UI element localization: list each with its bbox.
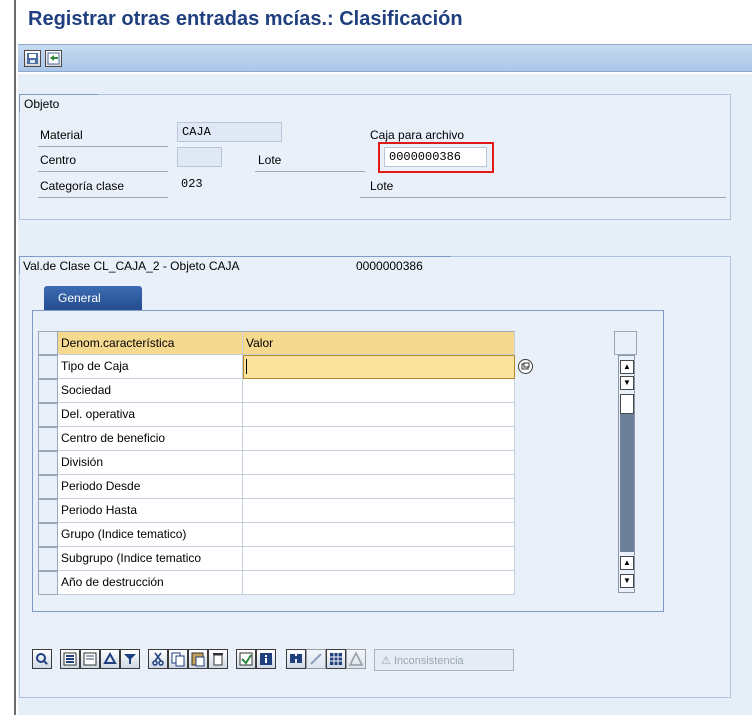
warning-icon xyxy=(346,649,366,669)
copy-icon[interactable] xyxy=(168,649,188,669)
table-row-value[interactable] xyxy=(243,571,515,595)
select-all-icon[interactable] xyxy=(60,649,80,669)
table-row-name: Subgrupo (Indice tematico xyxy=(58,547,243,571)
window-left-border xyxy=(14,0,16,715)
valclase-header: Val.de Clase CL_CAJA_2 - Objeto CAJA 000… xyxy=(19,256,451,274)
table-row-value[interactable] xyxy=(243,523,515,547)
row-selector[interactable] xyxy=(38,451,58,475)
table-row-name: Centro de beneficio xyxy=(58,427,243,451)
lote-underline xyxy=(255,171,365,172)
table-row-name: División xyxy=(58,451,243,475)
scroll-track[interactable] xyxy=(620,414,634,552)
categoria-description: Lote xyxy=(370,179,394,193)
column-header-denom[interactable]: Denom.característica xyxy=(58,331,243,355)
row-selector[interactable] xyxy=(38,499,58,523)
paste-icon[interactable] xyxy=(188,649,208,669)
row-selector[interactable] xyxy=(38,547,58,571)
categoria-desc-underline xyxy=(360,197,726,198)
table-row-name: Sociedad xyxy=(58,379,243,403)
deselect-all-icon[interactable] xyxy=(80,649,100,669)
cut-icon[interactable] xyxy=(148,649,168,669)
row-selector[interactable] xyxy=(38,571,58,595)
scroll-page-up-button[interactable]: ▲ xyxy=(620,556,634,570)
details-icon[interactable] xyxy=(32,649,52,669)
table-row-name: Del. operativa xyxy=(58,403,243,427)
find-icon[interactable] xyxy=(286,649,306,669)
scroll-down-button[interactable]: ▼ xyxy=(620,574,634,588)
inconsistencia-label: Inconsistencia xyxy=(393,655,464,667)
table-row-name: Periodo Hasta xyxy=(58,499,243,523)
centro-field[interactable] xyxy=(177,147,222,167)
lote-highlight xyxy=(378,142,494,173)
row-selector[interactable] xyxy=(38,379,58,403)
table-row-name: Tipo de Caja xyxy=(58,355,243,379)
table-row-value[interactable] xyxy=(243,355,515,379)
table-row-value[interactable] xyxy=(243,547,515,571)
table-row-value[interactable] xyxy=(243,475,515,499)
column-config-cell[interactable] xyxy=(614,331,637,355)
categoria-underline xyxy=(38,197,168,198)
centro-underline xyxy=(38,171,168,172)
row-selector[interactable] xyxy=(38,523,58,547)
material-description: Caja para archivo xyxy=(370,128,465,142)
table-row-name: Año de destrucción xyxy=(58,571,243,595)
table-row-name: Grupo (Indice tematico) xyxy=(58,523,243,547)
warning-icon: ⚠ xyxy=(381,655,391,667)
back-icon[interactable] xyxy=(45,50,62,67)
general-tab-body: Denom.característica Valor Tipo de Caja … xyxy=(32,310,664,612)
grid-icon[interactable] xyxy=(326,649,346,669)
find-next-icon xyxy=(306,649,326,669)
scroll-up-button[interactable]: ▲ xyxy=(620,360,634,374)
grid-toolbar: ⚠ Inconsistencia xyxy=(32,649,722,673)
row-selector[interactable] xyxy=(38,355,58,379)
scroll-thumb[interactable] xyxy=(620,394,634,414)
table-row-value[interactable] xyxy=(243,451,515,475)
categoria-label: Categoría clase xyxy=(40,179,125,193)
objeto-tab-corner xyxy=(84,94,98,112)
page-title: Registrar otras entradas mcías.: Clasifi… xyxy=(28,8,463,30)
column-header-valor[interactable]: Valor xyxy=(243,331,515,355)
valclase-lote: 0000000386 xyxy=(356,259,423,273)
scroll-page-down-button[interactable]: ▼ xyxy=(620,376,634,390)
table-row-value[interactable] xyxy=(243,499,515,523)
tab-general[interactable]: General xyxy=(44,286,142,310)
centro-label: Centro xyxy=(40,153,77,167)
select-all-cell[interactable] xyxy=(38,331,58,355)
application-toolbar xyxy=(18,44,752,72)
row-selector[interactable] xyxy=(38,403,58,427)
valclase-title: Val.de Clase CL_CAJA_2 - Objeto CAJA xyxy=(23,259,240,273)
objeto-group: Objeto Material CAJA Caja para archivo C… xyxy=(19,94,731,220)
filter-icon[interactable] xyxy=(120,649,140,669)
valclase-group: Val.de Clase CL_CAJA_2 - Objeto CAJA 000… xyxy=(19,256,731,698)
delete-icon[interactable] xyxy=(208,649,228,669)
values-icon[interactable] xyxy=(236,649,256,669)
lote-label: Lote xyxy=(258,153,282,167)
info-icon[interactable] xyxy=(256,649,276,669)
row-selector[interactable] xyxy=(38,427,58,451)
inconsistencia-button: ⚠ Inconsistencia xyxy=(374,649,514,671)
table-row-name: Periodo Desde xyxy=(58,475,243,499)
categoria-value: 023 xyxy=(181,177,203,191)
objeto-tab: Objeto xyxy=(19,94,93,112)
row-selector[interactable] xyxy=(38,475,58,499)
main-content: Objeto Material CAJA Caja para archivo C… xyxy=(18,74,752,715)
value-help-icon[interactable] xyxy=(518,359,533,374)
print-icon[interactable] xyxy=(100,649,120,669)
material-underline xyxy=(38,146,168,147)
table-row-value[interactable] xyxy=(243,403,515,427)
vertical-scrollbar[interactable]: ▲ ▼ ▲ ▼ xyxy=(618,355,635,593)
material-label: Material xyxy=(40,128,83,142)
table-row-value[interactable] xyxy=(243,427,515,451)
save-icon[interactable] xyxy=(24,50,41,67)
table-row-value[interactable] xyxy=(243,379,515,403)
material-field[interactable]: CAJA xyxy=(177,122,282,142)
text-cursor xyxy=(246,359,247,374)
